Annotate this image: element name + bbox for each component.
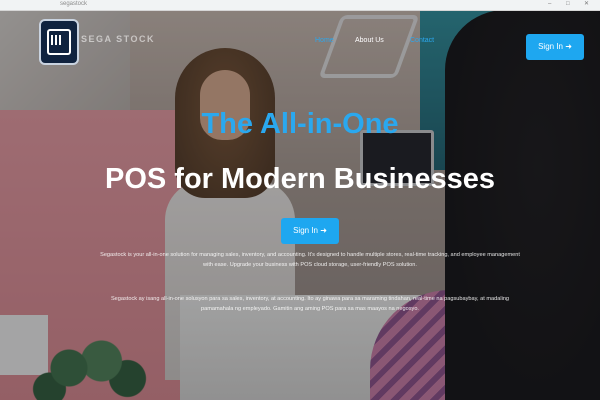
hero-description-filipino: Segastock ay isang all-in-one solusyon p… [110,296,510,312]
close-icon[interactable]: ✕ [584,1,590,7]
logo-text[interactable]: SEGA STOCK [81,34,155,44]
maximize-icon[interactable]: □ [566,1,572,7]
hero-title-line2: POS for Modern Businesses [105,163,495,195]
minimize-icon[interactable]: – [548,1,554,7]
browser-url[interactable]: segastock [60,1,180,8]
hero-title-line1: The All-in-One [201,108,399,140]
hero-description-english: Segastock is your all-in-one solution fo… [100,252,520,268]
browser-address-bar[interactable]: segastock – □ ✕ [0,0,600,11]
nav-about-us[interactable]: About Us [355,37,384,44]
nav-contact[interactable]: Contact [410,37,434,44]
logo-icon[interactable] [39,19,79,65]
hero-background-photo [0,10,600,400]
nav-home[interactable]: Home [315,37,334,44]
background-overlay [0,10,600,400]
page: segastock – □ ✕ SEGA STOCK Home About Us… [0,0,600,400]
hero-sign-in-button[interactable]: Sign In ➜ [281,218,339,244]
header-sign-in-button[interactable]: Sign In ➜ [526,34,584,60]
